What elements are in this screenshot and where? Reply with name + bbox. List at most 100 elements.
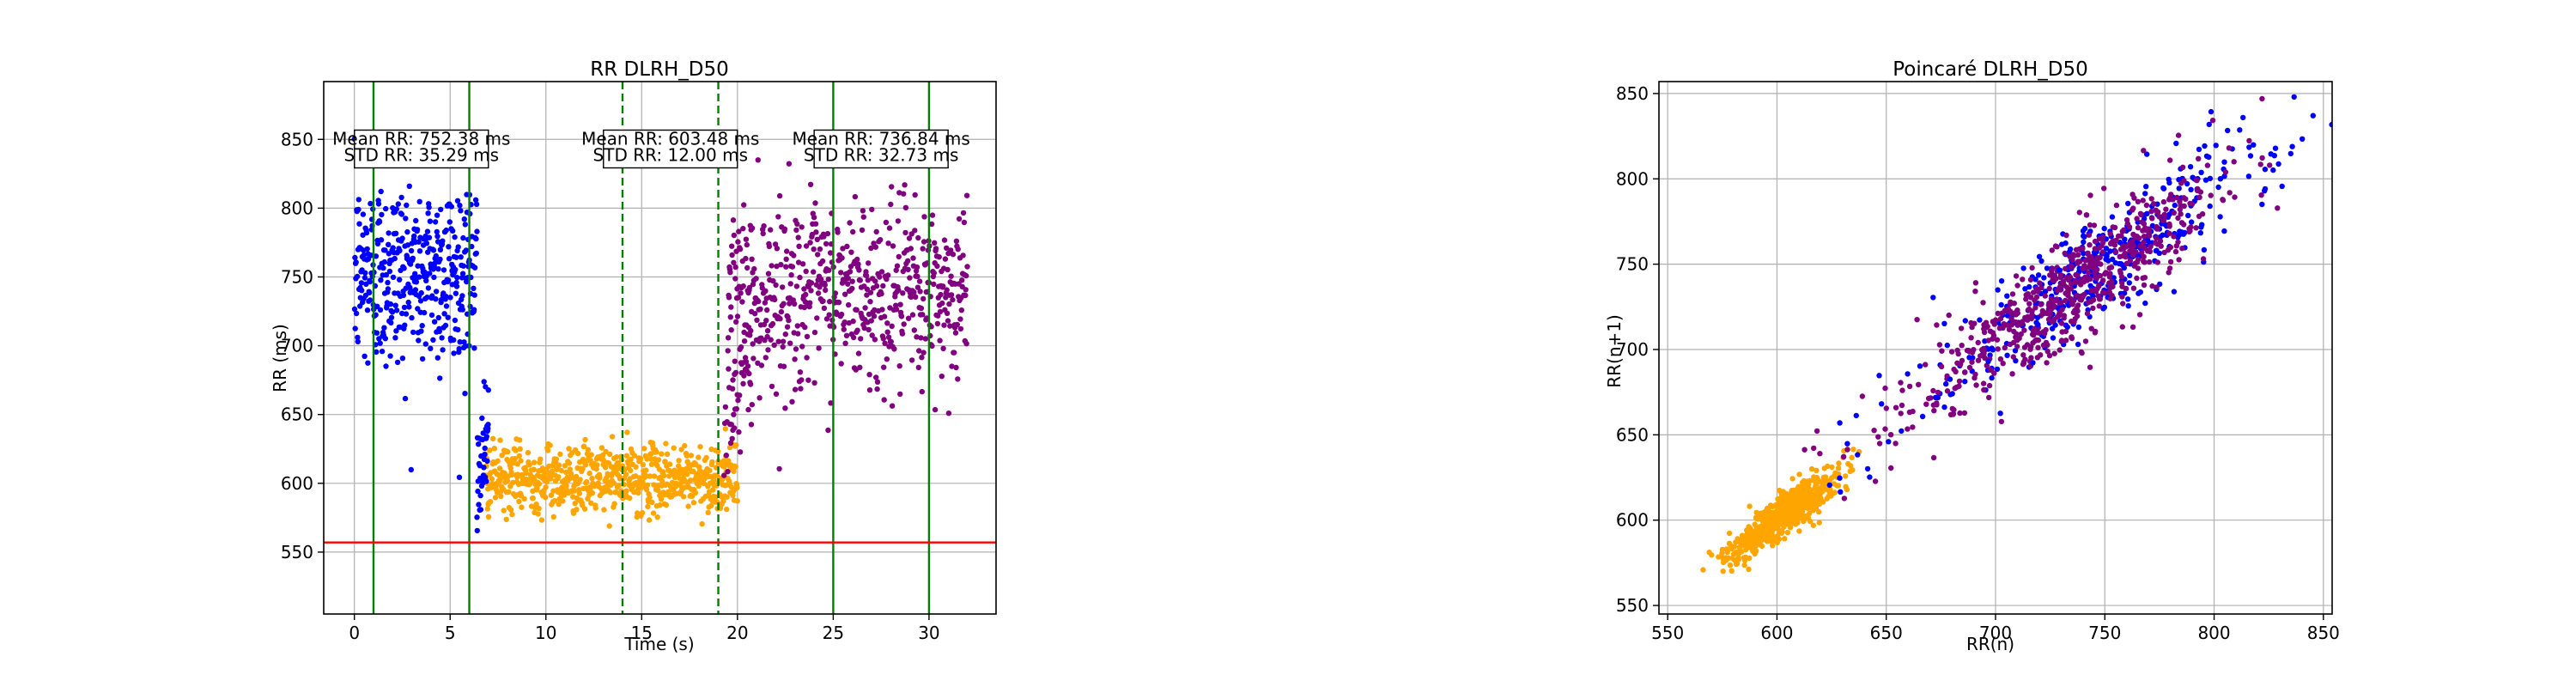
poincare-point bbox=[2094, 255, 2100, 261]
poincare-point bbox=[2022, 286, 2028, 292]
rr-point bbox=[780, 284, 786, 290]
rr-point bbox=[517, 437, 523, 443]
poincare-point bbox=[2126, 224, 2133, 230]
rr-point bbox=[961, 219, 968, 226]
rr-point bbox=[848, 249, 854, 255]
rr-point bbox=[885, 240, 891, 246]
y-tick-label: 650 bbox=[281, 404, 313, 425]
poincare-point bbox=[2123, 260, 2130, 266]
rr-point bbox=[445, 277, 452, 283]
poincare-point bbox=[2117, 268, 2123, 274]
poincare-point bbox=[2166, 221, 2172, 228]
poincare-point bbox=[1981, 350, 1987, 356]
rr-point bbox=[945, 410, 952, 416]
rr-point bbox=[762, 288, 769, 294]
rr-point bbox=[776, 465, 782, 472]
rr-point bbox=[585, 447, 592, 453]
poincare-point bbox=[2126, 280, 2132, 286]
poincare-point bbox=[2196, 155, 2202, 161]
rr-point bbox=[489, 476, 495, 482]
poincare-point bbox=[1800, 513, 1806, 519]
rr-point bbox=[628, 467, 634, 474]
rr-point bbox=[452, 317, 459, 324]
rr-transition-point bbox=[745, 406, 751, 413]
poincare-point bbox=[1787, 507, 1793, 514]
poincare-point bbox=[2087, 283, 2093, 289]
rr-point bbox=[889, 323, 895, 329]
poincare-point bbox=[2193, 177, 2199, 183]
poincare-point bbox=[2258, 192, 2264, 198]
poincare-point bbox=[1990, 332, 1997, 339]
poincare-point bbox=[1726, 530, 1733, 537]
rr-point bbox=[798, 386, 804, 392]
poincare-point bbox=[1941, 404, 1947, 410]
poincare-point bbox=[2110, 283, 2116, 289]
poincare-point bbox=[1995, 287, 2001, 293]
poincare-point bbox=[1883, 405, 1889, 411]
stats-annotation-text: STD RR: 35.29 ms bbox=[344, 145, 499, 166]
poincare-point bbox=[2198, 169, 2204, 175]
poincare-point bbox=[2041, 275, 2047, 281]
poincare-point bbox=[2044, 349, 2050, 355]
poincare-point bbox=[2023, 296, 2029, 302]
rr-point bbox=[769, 383, 775, 390]
poincare-point bbox=[2108, 264, 2115, 271]
poincare-point bbox=[2069, 335, 2075, 342]
rr-point bbox=[955, 246, 961, 252]
rr-point bbox=[929, 343, 935, 350]
rr-point bbox=[356, 221, 362, 227]
rr-point bbox=[807, 240, 813, 246]
rr-point bbox=[364, 246, 370, 252]
poincare-point bbox=[2013, 273, 2020, 279]
poincare-point bbox=[2112, 249, 2119, 255]
rr-point bbox=[531, 466, 537, 472]
poincare-point bbox=[2196, 194, 2202, 200]
poincare-point bbox=[2075, 341, 2081, 348]
rr-point bbox=[611, 501, 617, 507]
rr-point bbox=[849, 285, 855, 292]
rr-point bbox=[765, 271, 772, 277]
poincare-point bbox=[2189, 201, 2196, 207]
poincare-point bbox=[2178, 203, 2184, 209]
poincare-point bbox=[2057, 287, 2063, 293]
poincare-point bbox=[2080, 265, 2086, 271]
rr-point bbox=[918, 305, 925, 312]
rr-point bbox=[644, 482, 651, 489]
poincare-point bbox=[2054, 244, 2060, 250]
x-tick-label: 600 bbox=[1760, 623, 1793, 643]
poincare-point bbox=[1946, 312, 1952, 319]
poincare-point bbox=[2167, 157, 2173, 163]
rr-point bbox=[589, 476, 595, 482]
rr-point bbox=[406, 304, 412, 310]
rr-point bbox=[783, 256, 789, 262]
poincare-point bbox=[2101, 185, 2107, 192]
rr-point bbox=[355, 206, 361, 213]
rr-point bbox=[884, 320, 890, 326]
poincare-point bbox=[2029, 264, 2035, 271]
rr-point bbox=[937, 337, 943, 344]
rr-point bbox=[734, 313, 741, 319]
poincare-point bbox=[1888, 465, 1894, 471]
rr-point bbox=[557, 451, 563, 458]
rr-transition-point bbox=[481, 465, 487, 471]
rr-point bbox=[431, 274, 437, 281]
poincare-point bbox=[2225, 127, 2231, 134]
rr-point bbox=[404, 228, 410, 235]
rr-point bbox=[451, 337, 457, 344]
poincare-point bbox=[2115, 233, 2122, 240]
rr-point bbox=[908, 357, 915, 363]
x-tick-label: 5 bbox=[445, 623, 456, 643]
poincare-point bbox=[1905, 426, 1911, 432]
rr-point bbox=[780, 338, 787, 344]
poincare-point bbox=[2020, 277, 2026, 283]
poincare-point bbox=[2232, 194, 2238, 200]
rr-point bbox=[434, 234, 440, 240]
poincare-point bbox=[1969, 359, 1975, 365]
rr-point bbox=[795, 331, 801, 337]
rr-point bbox=[854, 256, 860, 263]
poincare-point bbox=[2178, 180, 2184, 186]
rr-point bbox=[639, 509, 646, 516]
rr-point bbox=[803, 268, 809, 275]
rr-point bbox=[504, 477, 511, 484]
rr-point bbox=[445, 314, 451, 320]
